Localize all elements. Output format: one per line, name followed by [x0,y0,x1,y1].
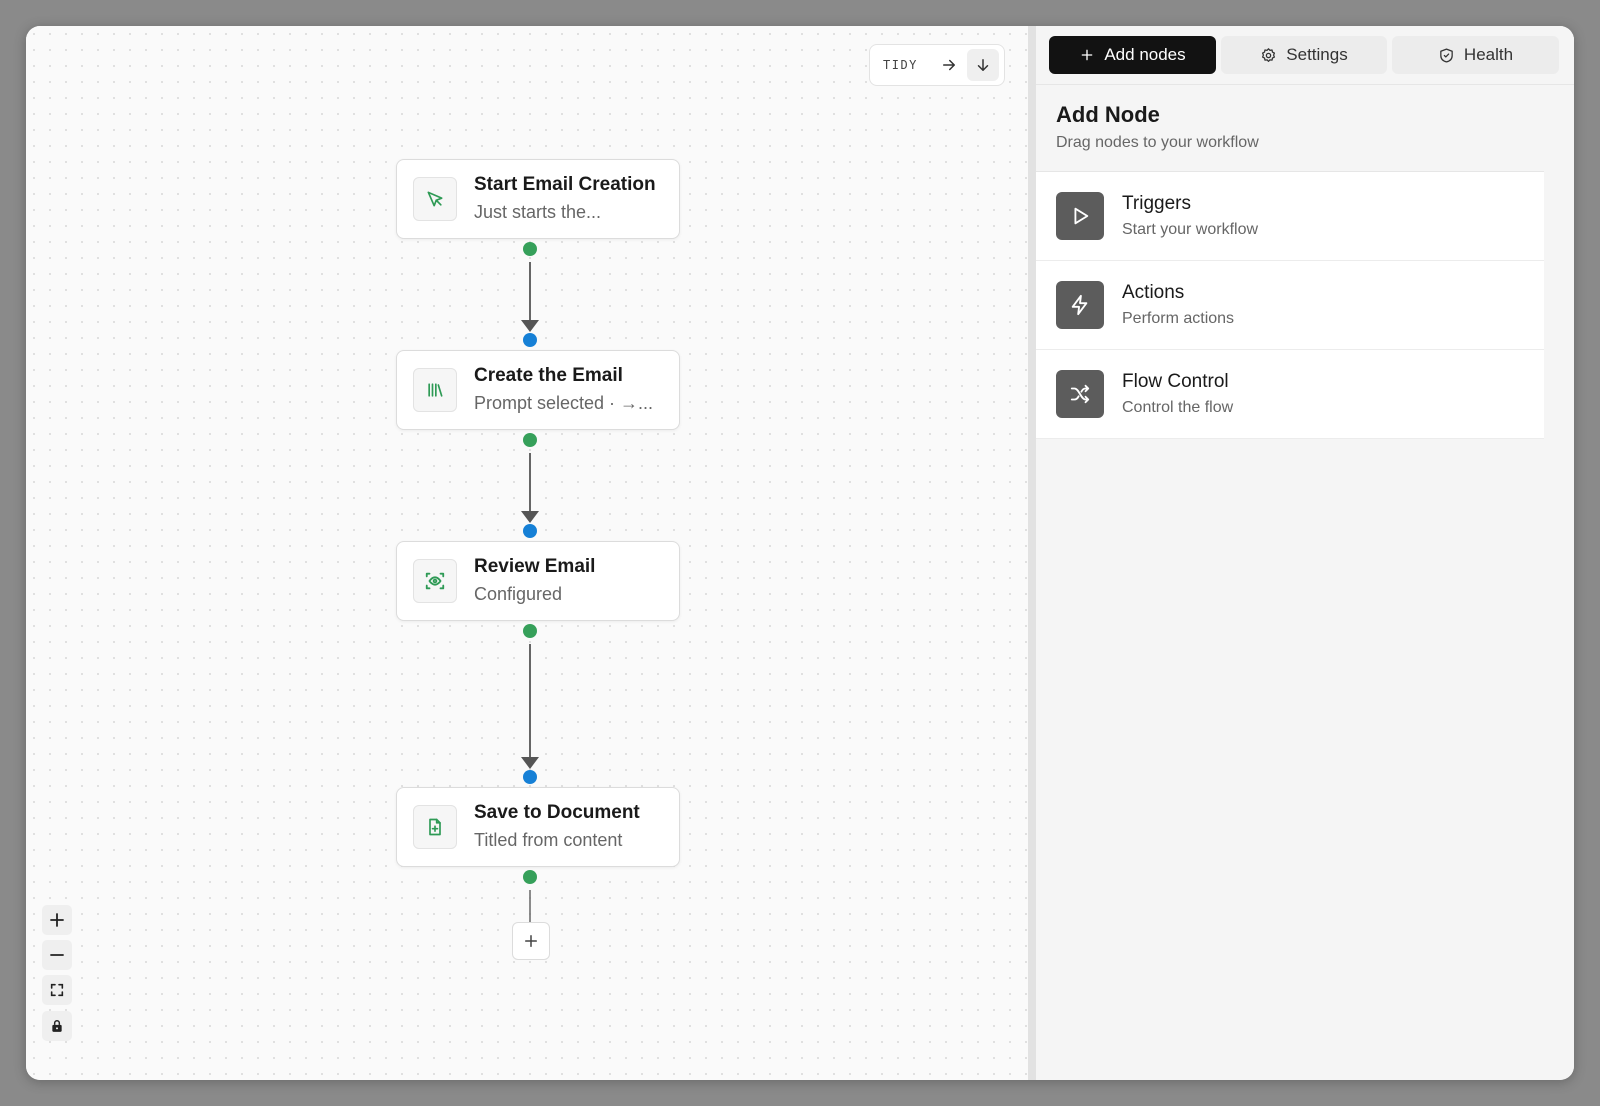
node-subtitle: Configured [474,584,563,604]
lock-icon [52,1020,62,1032]
category-icon-box [1056,370,1104,418]
node-icon-box [413,805,457,849]
library-icon [428,383,443,397]
eye-scan-icon [425,572,445,590]
tab-add-nodes[interactable]: Add nodes [1049,36,1216,74]
panel-tabs: Add nodes Settings Health [1036,26,1574,85]
tab-health[interactable]: Health [1392,36,1559,74]
zoom-out-button[interactable] [42,940,72,970]
shield-check-icon [1440,47,1453,63]
node-title: Save to Document [474,802,640,823]
panel-resize-handle[interactable] [1028,26,1036,1080]
gear-icon [1262,47,1276,62]
panel-title: Add Node [1056,102,1160,127]
output-handle[interactable] [523,870,537,884]
workflow-node-review-email[interactable]: Review Email Configured [396,541,680,621]
category-title: Actions [1122,282,1185,303]
node-category-flow-control[interactable]: Flow Control Control the flow [1036,350,1544,439]
fit-view-icon [50,983,64,997]
category-subtitle: Start your workflow [1122,221,1259,238]
category-subtitle: Control the flow [1122,399,1234,416]
fit-view-button[interactable] [42,975,72,1005]
zoom-in-icon [50,913,64,927]
workflow-canvas[interactable]: TIDY Start Email Creation Just starts th… [26,26,1028,1080]
category-title: Flow Control [1122,371,1229,392]
zoom-out-icon [50,954,64,956]
category-icon-box [1056,281,1104,329]
input-handle[interactable] [523,333,537,347]
node-subtitle: Prompt selected · →... [474,393,654,413]
shuffle-icon [1070,384,1090,404]
node-icon-box [413,177,457,221]
tab-label: Add nodes [1104,45,1186,64]
node-category-list: Triggers Start your workflow Actions Per… [1036,171,1544,439]
node-subtitle: Just starts the... [474,202,602,222]
cursor-pointer-icon [427,191,443,207]
zoom-in-button[interactable] [42,905,72,935]
node-title: Review Email [474,556,596,577]
node-category-triggers[interactable]: Triggers Start your workflow [1036,172,1544,261]
plus-icon [525,935,537,947]
add-step-button[interactable] [512,922,550,960]
side-panel: Add nodes Settings Health Add Node Drag … [1036,26,1574,1080]
input-handle[interactable] [523,770,537,784]
lightning-icon [1071,294,1088,316]
play-icon [1074,207,1089,225]
node-category-actions[interactable]: Actions Perform actions [1036,261,1544,350]
tab-label: Settings [1286,45,1348,64]
category-subtitle: Perform actions [1122,310,1235,327]
file-plus-icon [429,818,441,836]
node-title: Create the Email [474,365,623,386]
node-icon-box [413,559,457,603]
output-handle[interactable] [523,624,537,638]
output-handle[interactable] [523,433,537,447]
workflow-node-save-to-document[interactable]: Save to Document Titled from content [396,787,680,867]
workflow-node-start-email-creation[interactable]: Start Email Creation Just starts the... [396,159,680,239]
app-window: TIDY Start Email Creation Just starts th… [26,26,1574,1080]
workflow-node-create-the-email[interactable]: Create the Email Prompt selected · →... [396,350,680,430]
category-icon-box [1056,192,1104,240]
plus-icon [1082,49,1093,61]
node-subtitle: Titled from content [474,830,623,850]
panel-subtitle: Drag nodes to your workflow [1056,134,1259,151]
node-icon-box [413,368,457,412]
output-handle[interactable] [523,242,537,256]
node-title: Start Email Creation [474,174,656,195]
tab-settings[interactable]: Settings [1221,36,1387,74]
category-title: Triggers [1122,193,1191,214]
input-handle[interactable] [523,524,537,538]
tab-label: Health [1463,45,1514,64]
lock-button[interactable] [42,1011,72,1041]
